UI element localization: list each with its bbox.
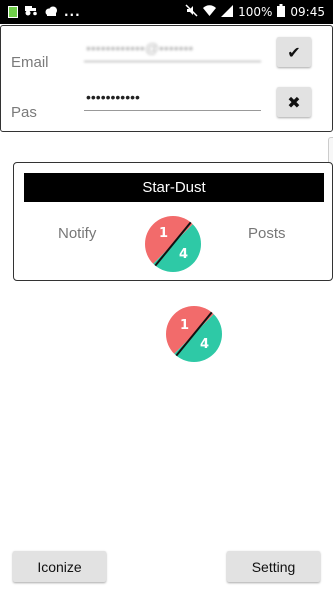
badge-top-count: 1 [159, 226, 169, 241]
channel-card[interactable]: Star-Dust Notify 1 4 Posts [13, 162, 333, 281]
status-bar: ... 100% 09:45 [0, 0, 333, 24]
notify-label[interactable]: Notify [58, 225, 96, 242]
iconize-button[interactable]: Iconize [13, 551, 106, 582]
close-icon: ✖ [287, 92, 301, 112]
notify-posts-badge[interactable]: 1 4 [145, 216, 201, 272]
tractor-icon [24, 4, 38, 19]
login-panel: Email ••••••••••••@••••••• ✔ Pas •••••••… [0, 25, 333, 132]
signal-icon [221, 4, 234, 20]
card-title: Star-Dust [24, 173, 324, 202]
status-left: ... [8, 4, 81, 19]
clear-button[interactable]: ✖ [277, 87, 311, 117]
badge-split-icon [166, 306, 222, 362]
badge-split-icon [145, 216, 201, 272]
gallery-icon [8, 5, 18, 18]
badge-bottom-count: 4 [200, 337, 210, 352]
confirm-button[interactable]: ✔ [277, 37, 311, 67]
posts-label[interactable]: Posts [248, 225, 286, 242]
password-label: Pas [11, 104, 37, 121]
wifi-icon [203, 4, 217, 20]
mute-icon [185, 4, 198, 20]
status-right: 100% 09:45 [185, 4, 325, 20]
checkmark-icon: ✔ [287, 42, 301, 62]
overflow-indicator: ... [64, 4, 81, 19]
badge-top-count: 1 [180, 318, 190, 333]
clock: 09:45 [290, 5, 325, 19]
email-label: Email [11, 54, 49, 71]
password-field[interactable]: ••••••••••• [84, 89, 261, 111]
standalone-badge[interactable]: 1 4 [166, 306, 222, 362]
battery-level: 100% [238, 5, 273, 19]
setting-button[interactable]: Setting [227, 551, 320, 582]
battery-icon [277, 4, 286, 20]
badge-bottom-count: 4 [179, 247, 189, 262]
cloud-icon [44, 5, 58, 19]
email-field[interactable]: ••••••••••••@••••••• [84, 40, 261, 62]
